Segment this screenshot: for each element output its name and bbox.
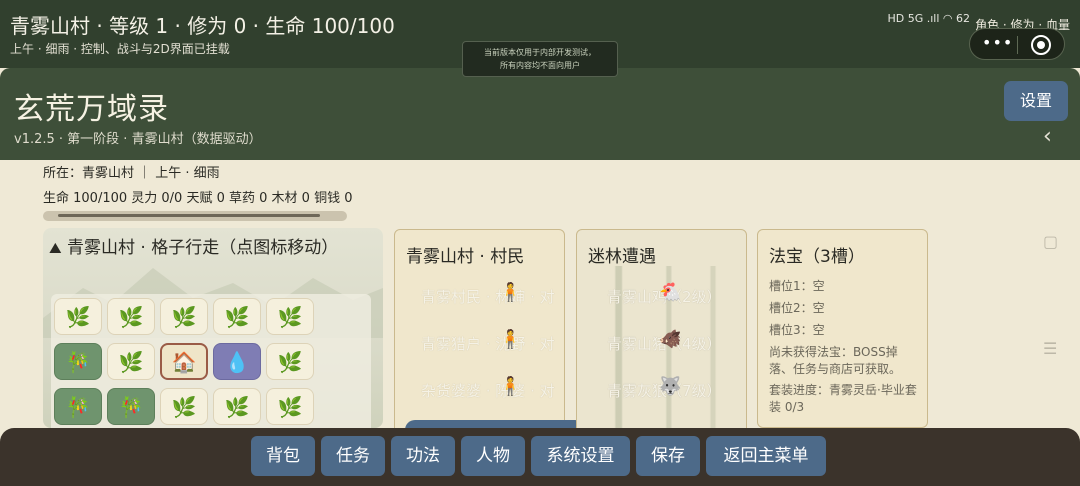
fabao-slot[interactable]: 槽位1：空 [769, 277, 825, 294]
grid-tile-bamboo[interactable]: 🎋 [54, 388, 102, 425]
game-title: 玄荒万域录 [14, 92, 169, 127]
fabao-slot[interactable]: 槽位3：空 [769, 321, 825, 338]
fabao-note: 尚未获得法宝：BOSS掉落、任务与商店可获取。 [769, 345, 902, 376]
menu-icon[interactable]: ☰ [1043, 339, 1057, 358]
back-chevron-icon[interactable]: ‹ [1043, 124, 1052, 149]
chicken-icon: 🐔 [659, 282, 682, 303]
game-header: 玄荒万域录 v1.2.5 · 第一阶段 · 青雾山村（数据驱动） 设置 ‹ [0, 68, 1080, 160]
grid-tile-herb[interactable]: 🌿 [213, 388, 261, 425]
grid-tile-herb[interactable]: 🌿 [160, 298, 208, 335]
villager-entry[interactable]: 青雾村民 · 林婶 · 对 [421, 286, 555, 307]
grid-tile-herb[interactable]: 🌿 [160, 388, 208, 425]
grid-tile-home[interactable]: 🏠 [160, 343, 208, 380]
save-button[interactable]: 保存 [636, 436, 700, 476]
more-options-icon[interactable]: ••• [982, 33, 1013, 52]
game-version: v1.2.5 · 第一阶段 · 青雾山村（数据驱动） [14, 132, 262, 147]
horizontal-scrollbar[interactable] [43, 211, 347, 221]
grid-tile-herb[interactable]: 🌿 [266, 343, 314, 380]
bottom-nav-bar: 背包 任务 功法 人物 系统设置 保存 返回主菜单 [0, 428, 1080, 486]
villager-entry[interactable]: 杂货婆婆 · 陈婆 · 对 [421, 380, 555, 401]
skills-button[interactable]: 功法 [391, 436, 455, 476]
map-title-text: 青雾山村 · 格子行走（点图标移动） [67, 238, 339, 258]
square-icon[interactable]: ▢ [1043, 232, 1058, 251]
capsule-divider [1017, 36, 1018, 54]
walk-grid: 🌿 🌿 🌿 🌿 🌿 🎋 🌿 🏠 💧 🌿 🎋 🎋 🌿 🌿 🌿 [51, 294, 371, 428]
player-summary: 青雾山村 · 等级 1 · 修为 0 · 生命 100/100 [10, 14, 395, 38]
grid-tile-bamboo[interactable]: 🎋 [54, 343, 102, 380]
location-line: 所在：青雾山村 ｜ 上午 · 细雨 [43, 166, 220, 181]
villager-figure-icon: 🧍 [499, 329, 522, 350]
main-menu-button[interactable]: 返回主菜单 [706, 436, 826, 476]
villager-figure-icon: 🧍 [499, 376, 522, 397]
map-panel: ⛰ 青雾山村 · 格子行走（点图标移动） 🌿 🌿 🌿 🌿 🌿 🎋 🌿 🏠 💧 🌿… [43, 228, 383, 428]
notice-line-1: 当前版本仅用于内部开发测试， [484, 48, 596, 57]
mountain-icon: ⛰ [49, 239, 62, 257]
miniapp-capsule: ••• [969, 28, 1065, 60]
dev-notice: 当前版本仅用于内部开发测试， 所有内容均不面向用户 [462, 41, 618, 77]
fabao-slot[interactable]: 槽位2：空 [769, 299, 825, 316]
notice-line-2: 所有内容均不面向用户 [500, 61, 580, 70]
boar-icon: 🐗 [659, 329, 682, 350]
set-progress: 套装进度：青雾灵岳·毕业套装 0/3 [769, 383, 917, 414]
villagers-card: 青雾山村 · 村民 青雾村民 · 林婶 · 对 🧍 青雾猎户 · 沈野 · 对 … [394, 229, 565, 434]
stats-line: 生命 100/100 灵力 0/0 天赋 0 草药 0 木材 0 铜钱 0 [43, 191, 353, 206]
grid-tile-herb[interactable]: 🌿 [107, 298, 155, 335]
grid-tile-bamboo[interactable]: 🎋 [107, 388, 155, 425]
fabao-card: 法宝（3槽） 槽位1：空 槽位2：空 槽位3：空 尚未获得法宝：BOSS掉落、任… [757, 229, 928, 428]
quest-button[interactable]: 任务 [321, 436, 385, 476]
grid-tile-herb[interactable]: 🌿 [107, 343, 155, 380]
encounters-title: 迷林遭遇 [588, 247, 656, 267]
grid-tile-herb[interactable]: 🌿 [266, 298, 314, 335]
grid-tile-water[interactable]: 💧 [213, 343, 261, 380]
system-status-icons: HD 5G .ıll ◠ 62 [887, 12, 970, 25]
wolf-icon: 🐺 [659, 376, 682, 397]
villager-entry[interactable]: 青雾猎户 · 沈野 · 对 [421, 333, 555, 354]
close-miniapp-icon[interactable] [1031, 35, 1051, 55]
scrollbar-thumb[interactable] [58, 214, 320, 217]
backpack-button[interactable]: 背包 [251, 436, 315, 476]
encounters-card: 迷林遭遇 青雾山鸡（2级） 🐔 青雾山猪（4级） 🐗 青雾灰狼（7级） 🐺 [576, 229, 747, 434]
grid-tile-herb[interactable]: 🌿 [266, 388, 314, 425]
system-settings-button[interactable]: 系统设置 [531, 436, 630, 476]
villagers-title: 青雾山村 · 村民 [406, 247, 525, 267]
map-title: ⛰ 青雾山村 · 格子行走（点图标移动） [49, 236, 377, 260]
settings-button[interactable]: 设置 [1004, 81, 1068, 121]
grid-tile-herb[interactable]: 🌿 [54, 298, 102, 335]
grid-tile-herb[interactable]: 🌿 [213, 298, 261, 335]
status-subtitle: 上午 · 细雨 · 控制、战斗与2D界面已挂载 [10, 42, 230, 56]
fabao-title: 法宝（3槽） [769, 247, 865, 267]
villager-figure-icon: 🧍 [499, 282, 522, 303]
character-button[interactable]: 人物 [461, 436, 525, 476]
